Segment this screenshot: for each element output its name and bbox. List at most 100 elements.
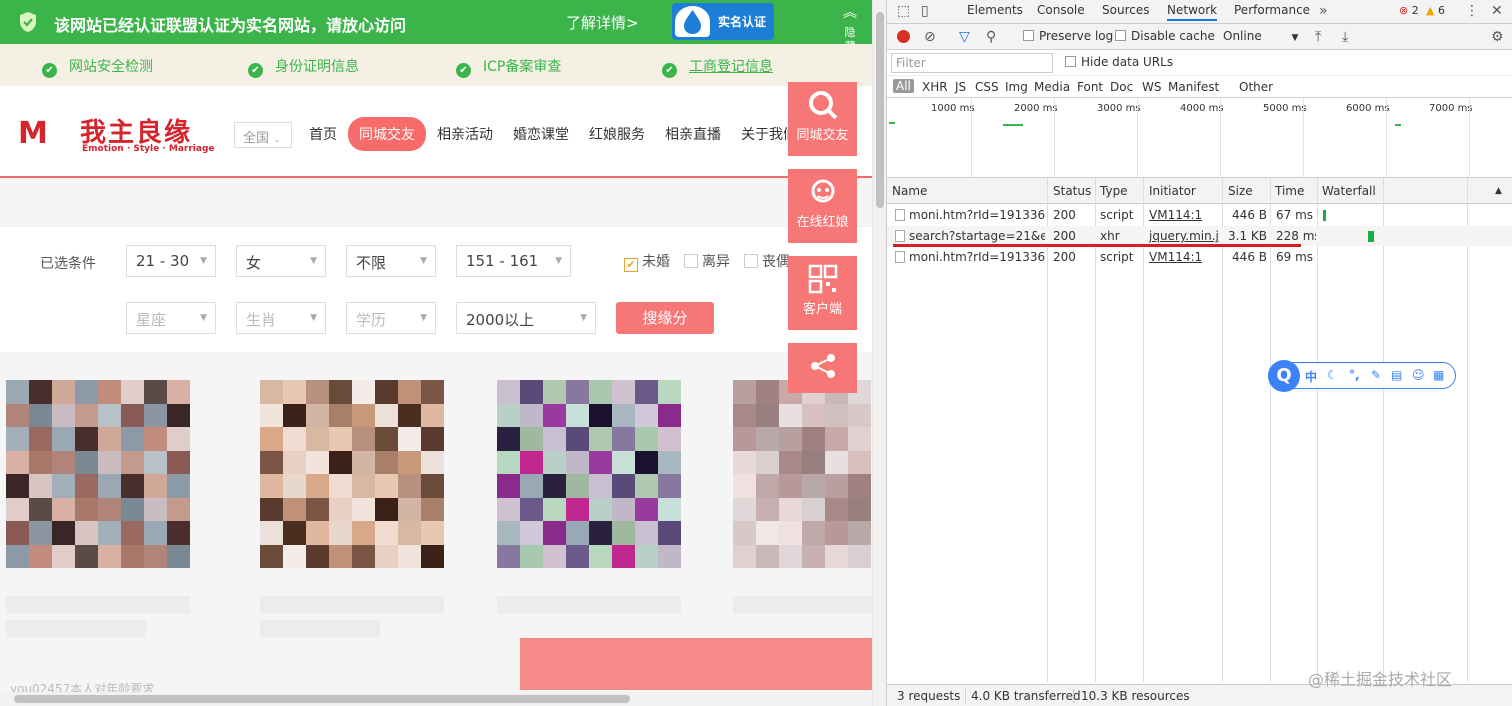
type-filter-all[interactable]: All — [893, 79, 914, 93]
unlimited-select[interactable]: 不限 ▼ — [346, 245, 436, 277]
nav-link[interactable]: 首页 — [300, 116, 346, 152]
age-select[interactable]: 21 - 30 ▼ — [126, 245, 216, 277]
cell-initiator[interactable]: VM114:1 — [1149, 208, 1219, 222]
preserve-log-checkbox[interactable]: Preserve log — [1023, 29, 1113, 43]
col-initiator[interactable]: Initiator — [1149, 184, 1196, 198]
filter-input[interactable]: Filter — [891, 53, 1053, 73]
profile-photo[interactable] — [497, 380, 681, 568]
wrench-icon[interactable]: ✎ — [1371, 368, 1381, 382]
checkbox-unmarried[interactable]: ✔ 未婚 — [624, 251, 670, 272]
cell-initiator[interactable]: jquery.min.j... — [1149, 229, 1219, 243]
float-btn-local-dating[interactable]: 同城交友 — [788, 82, 857, 156]
profile-photo[interactable] — [6, 380, 190, 568]
col-status[interactable]: Status — [1053, 184, 1091, 198]
type-filter-js[interactable]: JS — [955, 80, 966, 94]
shengxiao-select[interactable]: 生肖 ▼ — [236, 302, 326, 334]
bottom-promo-banner[interactable] — [520, 638, 872, 690]
pixel-block — [658, 450, 681, 474]
emoji-icon[interactable]: ☺ — [1412, 368, 1425, 382]
disable-cache-checkbox[interactable]: Disable cache — [1115, 29, 1215, 43]
throttling-select[interactable]: Online ▼ — [1223, 29, 1298, 43]
float-btn-share[interactable] — [788, 343, 857, 393]
grid-menu-icon[interactable]: ▦ — [1433, 368, 1444, 382]
kebab-menu-icon[interactable]: ⋮ — [1465, 3, 1479, 19]
type-filter-ws[interactable]: WS — [1142, 80, 1161, 94]
filter-icon[interactable]: ▽ — [959, 29, 970, 45]
horizontal-scrollbar[interactable] — [0, 692, 872, 706]
nav-link[interactable]: 相亲活动 — [428, 116, 502, 152]
punctuation-icon[interactable]: °, — [1349, 368, 1360, 382]
type-filter-font[interactable]: Font — [1077, 80, 1103, 94]
pixel-block — [352, 427, 375, 451]
site-logo[interactable]: M 我主良缘 Emotion · Style · Marriage — [18, 112, 218, 156]
col-waterfall[interactable]: Waterfall — [1322, 184, 1376, 198]
details-link[interactable]: 了解详情> — [566, 12, 639, 33]
type-filter-xhr[interactable]: XHR — [922, 80, 948, 94]
pixel-block — [589, 450, 612, 474]
export-har-icon[interactable]: ⤓ — [1342, 29, 1348, 45]
nav-link[interactable]: 相亲直播 — [656, 116, 730, 152]
nav-link[interactable]: 同城交友 — [348, 117, 426, 151]
hide-data-urls-checkbox[interactable]: Hide data URLs — [1065, 55, 1173, 69]
type-filter-doc[interactable]: Doc — [1110, 80, 1133, 94]
import-har-icon[interactable]: ⤒ — [1315, 29, 1321, 45]
tab-elements[interactable]: Elements — [967, 3, 1023, 17]
clipboard-icon[interactable]: ▤ — [1391, 368, 1402, 382]
ime-toolbar[interactable]: Q 中 ☾ °, ✎ ▤ ☺ ▦ — [1268, 360, 1456, 392]
moon-icon[interactable]: ☾ — [1327, 368, 1338, 382]
ime-mode-toggle[interactable]: 中 — [1305, 368, 1317, 385]
inspect-element-icon[interactable]: ⬚ — [897, 3, 910, 19]
clear-icon[interactable]: ⊘ — [924, 29, 936, 45]
col-name[interactable]: Name — [892, 184, 927, 198]
education-select[interactable]: 学历 ▼ — [346, 302, 436, 334]
type-filter-other[interactable]: Other — [1239, 80, 1273, 94]
pixel-block — [167, 403, 190, 427]
type-filter-manifest[interactable]: Manifest — [1168, 80, 1219, 94]
gender-select[interactable]: 女 ▼ — [236, 245, 326, 277]
col-size[interactable]: Size — [1228, 184, 1253, 198]
vertical-scrollbar[interactable] — [872, 0, 886, 706]
type-filter-css[interactable]: CSS — [975, 80, 999, 94]
sort-up-icon[interactable]: ▲ — [1495, 186, 1502, 196]
type-filter-media[interactable]: Media — [1034, 80, 1070, 94]
scrollbar-thumb[interactable] — [876, 12, 884, 208]
profile-photo[interactable] — [733, 380, 872, 568]
table-row[interactable]: search?startage=21&en... 200 xhr jquery.min… — [887, 226, 1512, 246]
col-type[interactable]: Type — [1100, 184, 1128, 198]
float-btn-online-matchmaker[interactable]: 在线红娘 — [788, 169, 857, 243]
profile-photo[interactable] — [260, 380, 444, 568]
income-select[interactable]: 2000以上 ▼ — [456, 302, 596, 334]
tab-network[interactable]: Network — [1167, 3, 1218, 21]
height-select[interactable]: 151 - 161 ▼ — [456, 245, 571, 277]
scrollbar-thumb[interactable] — [14, 695, 630, 703]
cell-initiator[interactable]: VM114:1 — [1149, 250, 1219, 264]
col-time[interactable]: Time — [1275, 184, 1304, 198]
checkbox-divorced[interactable]: 离异 — [684, 251, 730, 271]
search-icon[interactable]: ⚲ — [986, 29, 996, 45]
nav-link[interactable]: 红娘服务 — [580, 116, 654, 152]
zodiac-select[interactable]: 星座 ▼ — [126, 302, 216, 334]
real-name-badge[interactable]: 实名认证 — [672, 3, 774, 40]
type-filter-img[interactable]: Img — [1005, 80, 1028, 94]
device-toolbar-icon[interactable]: ▯ — [921, 3, 929, 19]
close-icon[interactable]: ✕ — [1491, 3, 1503, 19]
error-count[interactable]: ⊗ 2 — [1399, 4, 1419, 17]
tab-sources[interactable]: Sources — [1102, 3, 1149, 17]
more-tabs-icon[interactable]: » — [1319, 3, 1328, 19]
pixel-block — [589, 380, 612, 404]
table-row[interactable]: moni.htm?rId=1913361... 200 script VM114:1 4… — [887, 205, 1512, 225]
cell-status: 200 — [1053, 229, 1076, 243]
tab-performance[interactable]: Performance — [1234, 3, 1310, 17]
search-match-button[interactable]: 搜缘分 — [616, 302, 714, 334]
table-row[interactable]: moni.htm?rId=1913361... 200 script VM114:1 4… — [887, 247, 1512, 267]
tab-console[interactable]: Console — [1037, 3, 1085, 17]
warning-count[interactable]: ▲ 6 — [1426, 4, 1445, 17]
region-select[interactable]: 全国 ⌄ — [234, 122, 292, 148]
nav-link[interactable]: 婚恋课堂 — [504, 116, 578, 152]
check-item-business[interactable]: ✔ 工商登记信息 — [662, 56, 773, 78]
gear-icon[interactable]: ⚙ — [1491, 29, 1504, 45]
record-icon[interactable] — [897, 30, 910, 43]
checkbox-widowed[interactable]: 丧偶 — [744, 251, 790, 271]
pixel-block — [398, 427, 421, 451]
float-btn-client[interactable]: 客户端 — [788, 256, 857, 330]
